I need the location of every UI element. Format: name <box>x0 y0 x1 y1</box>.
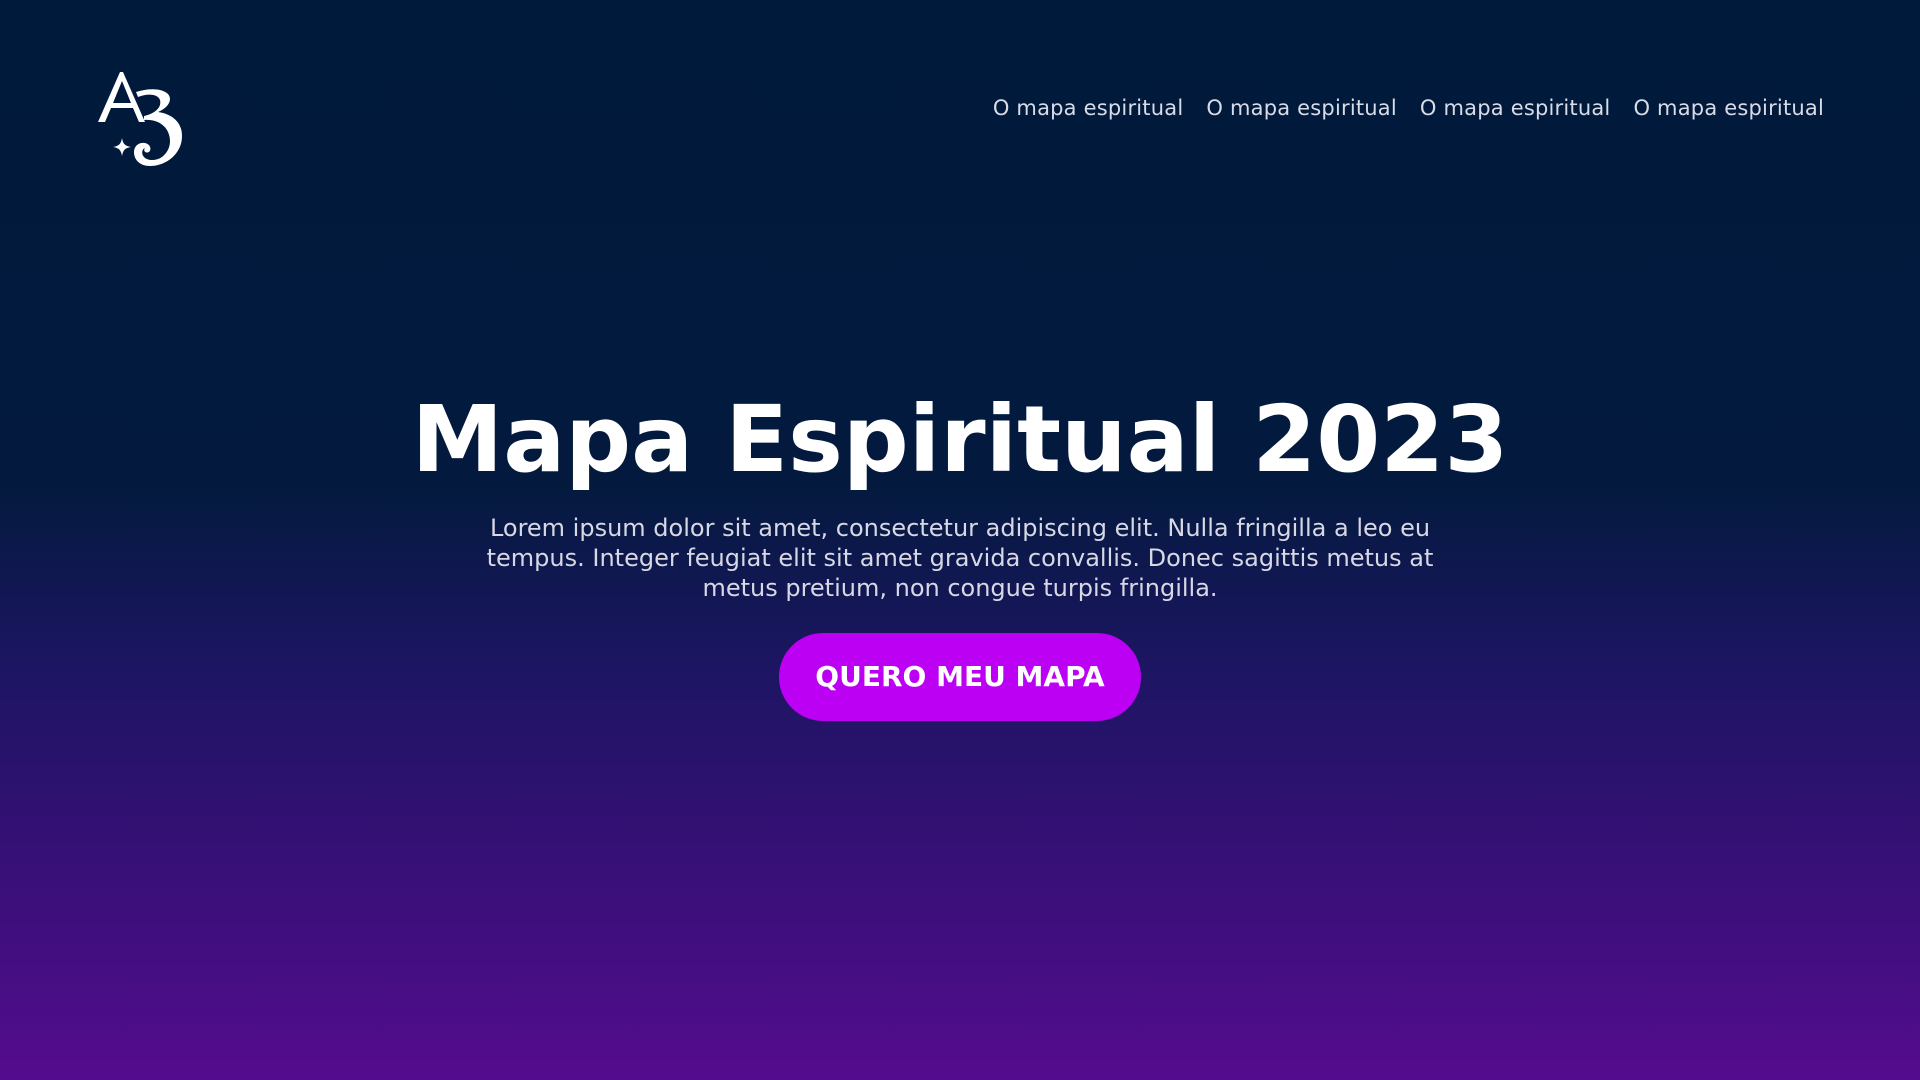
quero-meu-mapa-button[interactable]: QUERO MEU MAPA <box>779 633 1141 721</box>
logo-mark <box>98 72 182 166</box>
site-header: O mapa espiritual O mapa espiritual O ma… <box>0 0 1920 200</box>
sparkle-icon <box>113 138 131 156</box>
hero-title: Mapa Espiritual 2023 <box>411 386 1509 493</box>
nav-link-mapa-espiritual-1[interactable]: O mapa espiritual <box>993 96 1184 120</box>
hero-section: Mapa Espiritual 2023 Lorem ipsum dolor s… <box>0 385 1920 721</box>
nav-link-mapa-espiritual-4[interactable]: O mapa espiritual <box>1633 96 1824 120</box>
main-navigation: O mapa espiritual O mapa espiritual O ma… <box>993 96 1824 120</box>
nav-link-mapa-espiritual-3[interactable]: O mapa espiritual <box>1420 96 1611 120</box>
hero-description: Lorem ipsum dolor sit amet, consectetur … <box>486 514 1434 602</box>
brand-logo[interactable] <box>96 70 192 170</box>
nav-link-mapa-espiritual-2[interactable]: O mapa espiritual <box>1206 96 1397 120</box>
